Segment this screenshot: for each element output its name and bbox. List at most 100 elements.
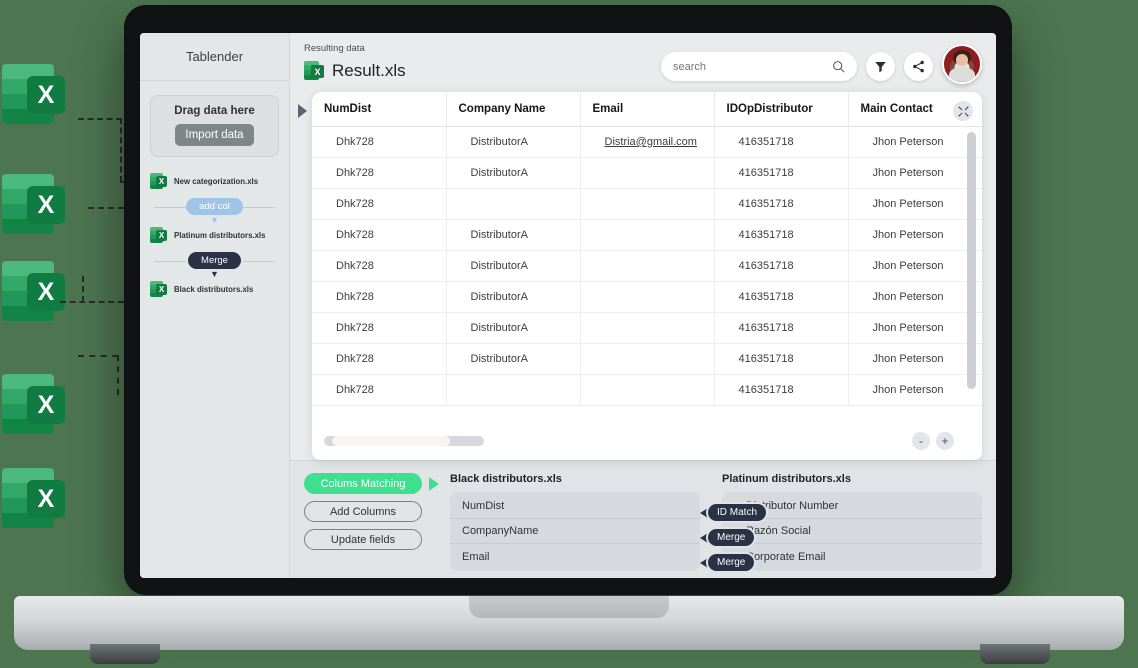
search-input[interactable]: [673, 60, 832, 73]
right-field-razon-social[interactable]: Razón Social: [722, 519, 982, 544]
tab-colums-matching[interactable]: Colums Matching: [304, 473, 422, 494]
excel-file-icon: X: [150, 172, 167, 191]
right-source-title: Platinum distributors.xls: [722, 473, 851, 485]
table-cell: [580, 281, 715, 313]
vertical-scrollbar[interactable]: [967, 132, 976, 424]
horizontal-scrollbar-thumb[interactable]: [332, 436, 450, 446]
table-cell: [580, 250, 715, 282]
table-row[interactable]: Dhk728 DistributorA 416351718 Jhon Peterson: [312, 281, 982, 313]
table-cell: DistributorA: [446, 157, 581, 189]
table-cell: Dhk728: [312, 312, 447, 344]
search-icon: [833, 61, 845, 73]
left-source-title: Black distributors.xls: [450, 473, 562, 485]
table-cell: Jhon Peterson: [848, 126, 982, 158]
excel-file-icon: X: [150, 226, 167, 245]
table-cell: DistributorA: [446, 250, 581, 282]
connector-merge-1: Merge: [700, 529, 755, 546]
table-cell: Jhon Peterson: [848, 188, 982, 220]
right-field-label: Corporate Email: [746, 550, 826, 563]
external-excel-file-2: X: [0, 168, 72, 240]
add-col-pill[interactable]: add col: [186, 198, 243, 215]
horizontal-scrollbar[interactable]: [324, 436, 484, 446]
table-cell: Jhon Peterson: [848, 281, 982, 313]
left-field-numdist[interactable]: NumDist: [450, 494, 700, 519]
drag-data-dropzone[interactable]: Drag data here Import data: [150, 95, 279, 157]
tab-add-columns[interactable]: Add Columns: [304, 501, 422, 522]
result-table-card: NumDist Company Name Email IDOpDistribut…: [312, 92, 982, 460]
table-cell: DistributorA: [446, 219, 581, 251]
table-cell: 416351718: [714, 374, 849, 406]
excel-x-letter: X: [27, 386, 65, 424]
external-excel-file-5: X: [0, 462, 72, 534]
table-row[interactable]: Dhk728 DistributorA Distria@gmail.com 41635…: [312, 126, 982, 158]
table-cell: 416351718: [714, 343, 849, 375]
search-box[interactable]: [661, 52, 857, 81]
connector-pill-merge-1[interactable]: Merge: [708, 529, 755, 546]
user-avatar[interactable]: [942, 44, 982, 84]
table-cell: 416351718: [714, 250, 849, 282]
left-field-companyname[interactable]: CompanyName: [450, 519, 700, 544]
table-cell: Dhk728: [312, 250, 447, 282]
pipeline-op-merge: Merge: [148, 252, 281, 269]
import-data-button[interactable]: Import data: [175, 124, 254, 146]
table-row[interactable]: Dhk728 DistributorA 416351718 Jhon Peterson: [312, 157, 982, 189]
table-cell: 416351718: [714, 188, 849, 220]
table-cell: Jhon Peterson: [848, 374, 982, 406]
laptop-foot-right: [980, 644, 1050, 664]
zoom-in-button[interactable]: +: [936, 432, 954, 450]
column-header-email[interactable]: Email: [580, 92, 715, 127]
table-cell: DistributorA: [446, 312, 581, 344]
table-cell: [580, 312, 715, 344]
table-row[interactable]: Dhk728 DistributorA 416351718 Jhon Peterson: [312, 219, 982, 251]
result-file-name: Result.xls: [332, 61, 406, 80]
arrow-left-icon: [700, 557, 708, 568]
right-field-corporate-email[interactable]: Corporate Email: [722, 544, 982, 569]
toolbar-actions: [661, 43, 982, 84]
right-field-label: Razón Social: [746, 525, 811, 537]
row-expand-triangle-icon[interactable]: [298, 104, 307, 118]
pipeline-file-1[interactable]: X New categorization.xls: [148, 169, 281, 194]
sidebar: Tablender Drag data here Import data X N…: [140, 33, 290, 578]
share-button[interactable]: [904, 52, 933, 81]
app-window: Tablender Drag data here Import data X N…: [140, 33, 996, 578]
column-header-company-name[interactable]: Company Name: [446, 92, 581, 127]
column-header-numdist[interactable]: NumDist: [312, 92, 447, 127]
table-row[interactable]: Dhk728 416351718 Jhon Peterson: [312, 188, 982, 220]
table-row[interactable]: Dhk728 DistributorA 416351718 Jhon Peterson: [312, 250, 982, 282]
pipeline-file-2[interactable]: X Platinum distributors.xls: [148, 223, 281, 248]
connector-pill-merge-2[interactable]: Merge: [708, 554, 755, 571]
table-row[interactable]: Dhk728 416351718 Jhon Peterson: [312, 374, 982, 406]
email-link[interactable]: Distria@gmail.com: [605, 136, 697, 148]
table-cell: 416351718: [714, 157, 849, 189]
right-source-panel: Platinum distributors.xls Distributor Nu…: [722, 473, 982, 578]
table-cell: DistributorA: [446, 281, 581, 313]
connector-dash-4b: [117, 355, 119, 395]
excel-x-letter: X: [27, 480, 65, 518]
column-header-idopdistributor[interactable]: IDOpDistributor: [714, 92, 849, 127]
external-excel-file-1: X: [0, 58, 72, 130]
play-triangle-icon[interactable]: [429, 476, 439, 491]
connector-pill-id-match[interactable]: ID Match: [708, 504, 767, 521]
table-header-row: NumDist Company Name Email IDOpDistribut…: [312, 92, 982, 127]
vertical-scrollbar-thumb[interactable]: [967, 132, 976, 389]
zoom-out-button[interactable]: -: [912, 432, 930, 450]
tab-update-fields[interactable]: Update fields: [304, 529, 422, 550]
table-row[interactable]: Dhk728 DistributorA 416351718 Jhon Peterson: [312, 343, 982, 375]
table-cell: [580, 188, 715, 220]
pipeline-flow: X New categorization.xls add col ▼ X Pla…: [140, 165, 289, 302]
expand-table-button[interactable]: [953, 101, 973, 121]
left-field-list: NumDist CompanyName Email: [450, 492, 700, 571]
table-cell: Jhon Peterson: [848, 250, 982, 282]
table-cell: [580, 374, 715, 406]
connector-column: ID Match Merge Merge: [700, 473, 767, 578]
excel-x-letter: X: [27, 273, 65, 311]
merge-pill[interactable]: Merge: [188, 252, 241, 269]
pipeline-file-3[interactable]: X Black distributors.xls: [148, 277, 281, 302]
filter-button[interactable]: [866, 52, 895, 81]
table-row[interactable]: Dhk728 DistributorA 416351718 Jhon Peterson: [312, 312, 982, 344]
left-field-email[interactable]: Email: [450, 544, 700, 569]
laptop-base-notch: [469, 596, 669, 618]
table-cell: Dhk728: [312, 374, 447, 406]
excel-x-letter: X: [27, 76, 65, 114]
column-matching-panel: Colums Matching Add Columns Update field…: [290, 460, 996, 578]
